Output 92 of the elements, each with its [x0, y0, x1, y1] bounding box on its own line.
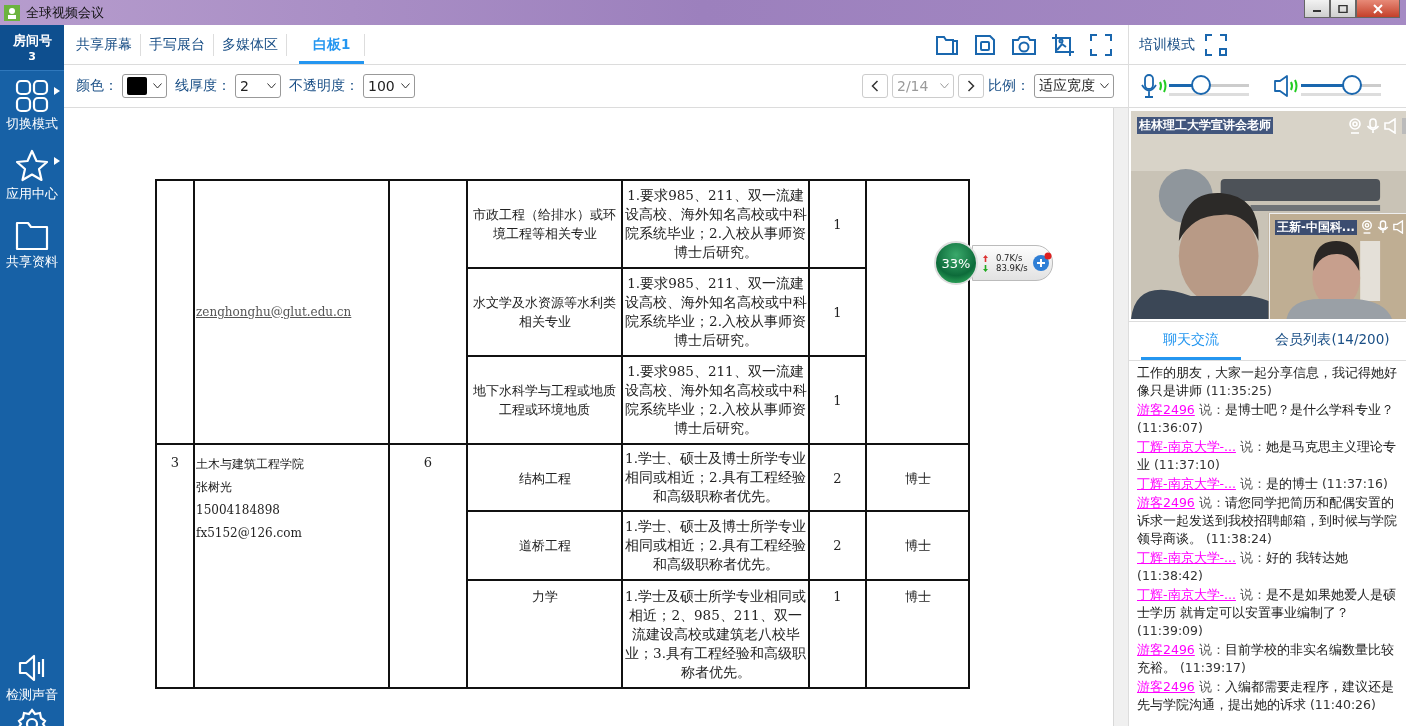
table-cell: 1	[833, 589, 842, 604]
table-cell-text: fx5152@126.com	[196, 525, 303, 542]
table-cell: 6	[423, 455, 433, 470]
table-cell: 1.要求985、211、双一流建设高校、海外知名高校或中科院系统毕业；2.入校从事师资博士后研究。	[624, 363, 807, 436]
table-cell: 1.学士、硕士及博士所学专业相同或相近；2.具有工程经验和高级职称者优先。	[625, 450, 806, 504]
folder-icon[interactable]	[936, 33, 958, 56]
chat-message: 丁辉-南京大学-... 说：是不是如果她爱人是硕士学历 就肯定可以安置事业编制了？ (11:39:09)	[1137, 586, 1397, 640]
table-cell: 力学	[531, 589, 558, 604]
table-cell: 博士	[904, 538, 931, 553]
table-cell: 博士	[904, 471, 931, 486]
table-cell: 1.学士、硕士及博士所学专业相同或相近；2.具有工程经验和高级职称者优先。	[625, 518, 806, 572]
chat-message: 游客2496 说：目前学校的非实名编数量比较充裕。 (11:39:17)	[1137, 641, 1395, 677]
table-cell: 市政工程（给排水）或环境工程等相关专业	[473, 207, 616, 241]
maximize-icon	[1338, 4, 1348, 13]
sidebar-item[interactable]: 检测声音	[0, 644, 64, 708]
close-icon	[1373, 3, 1383, 14]
next-page-button[interactable]	[958, 74, 984, 98]
caret-icon	[153, 83, 162, 89]
settings-icon[interactable]	[16, 708, 48, 726]
sidebar-item[interactable]: 应用中心	[0, 141, 64, 211]
room-label: 房间号	[12, 32, 52, 50]
download-rate: 83.9K/s	[996, 263, 1028, 273]
tab[interactable]: 会员列表(14/200)	[1259, 322, 1406, 360]
minimize-button[interactable]	[1304, 0, 1330, 18]
network-percent: 33%	[934, 241, 978, 285]
scale-label: 比例：	[988, 77, 1030, 95]
plus-icon[interactable]	[1032, 252, 1052, 272]
table-cell: 1.学士及硕士所学专业相同或相近；2、985、211、双一流建设高校或建筑老八校毕业；3.具有工程经验和高级职称者优先。	[625, 587, 806, 680]
table-cell: 博士	[904, 589, 931, 604]
color-label: 颜色：	[76, 77, 118, 95]
opacity-label: 不透明度：	[289, 77, 359, 95]
table-cell: 2	[833, 538, 842, 553]
maximize-button[interactable]	[1330, 0, 1356, 18]
table-cell: 水文学及水资源等水利类相关专业	[473, 295, 616, 329]
previous-page-button[interactable]	[862, 74, 888, 98]
table-cell: 1	[833, 392, 842, 408]
table-cell: 1	[833, 304, 842, 320]
table-cell-text: 张树光	[196, 479, 233, 496]
table-cell: 道桥工程	[518, 538, 571, 553]
tab[interactable]: 手写展台	[141, 25, 213, 64]
tab[interactable]: 多媒体区	[214, 25, 286, 64]
arrow-down-icon	[983, 264, 988, 272]
color-dropdown[interactable]	[122, 74, 167, 98]
app-icon	[4, 4, 20, 21]
chat-message: 丁辉-南京大学-... 说：她是马克思主义理论专业 (11:37:10)	[1137, 438, 1397, 474]
table-cell: 1.要求985、211、双一流建设高校、海外知名高校或中科院系统毕业；2.入校从事师资博士后研究。	[624, 275, 807, 348]
chat-message: 工作的朋友，大家一起分享信息，我记得她好像只是讲师 (11:35:25)	[1137, 364, 1398, 400]
image-crop-icon[interactable]	[1052, 33, 1074, 56]
caret-icon	[267, 83, 276, 89]
window-title: 全球视频会议	[26, 3, 104, 22]
opacity-dropdown[interactable]: 100	[363, 74, 415, 98]
chevron-right-icon	[967, 80, 975, 92]
arrow-up-icon	[983, 254, 988, 262]
table-cell: 2	[833, 471, 842, 486]
tab[interactable]: 聊天交流	[1141, 322, 1241, 360]
table-cell: 地下水科学与工程或地质工程或环境地质	[473, 383, 616, 417]
table-cell-text: 土木与建筑工程学院	[196, 456, 305, 473]
email-link[interactable]: zenghonghu@glut.edu.cn	[196, 302, 387, 322]
table-cell: 结构工程	[518, 471, 571, 486]
chat-message: 丁辉-南京大学-... 说：是的博士 (11:37:16)	[1137, 475, 1389, 493]
camera-icon[interactable]	[1012, 33, 1036, 56]
caret-icon	[940, 83, 949, 89]
thickness-label: 线厚度：	[175, 77, 231, 95]
chat-message: 丁辉-南京大学-... 说：好的 我转达她 (11:38:42)	[1137, 549, 1349, 585]
upload-rate: 0.7K/s	[996, 253, 1023, 263]
caret-icon	[1100, 83, 1109, 89]
star-icon	[15, 149, 49, 183]
chat-message: 游客2496 说：是博士吧？是什么学科专业？ (11:36:07)	[1137, 401, 1395, 437]
training-mode-label: 培训模式	[1139, 35, 1195, 54]
participant-name: 桂林理工大学宣讲会老师	[1137, 117, 1273, 134]
folder-icon	[15, 219, 49, 251]
tab[interactable]: 共享屏幕	[68, 25, 140, 64]
chevron-left-icon	[871, 80, 879, 92]
table-cell: 3	[170, 455, 180, 470]
fullscreen-icon[interactable]	[1090, 33, 1112, 56]
save-icon[interactable]	[974, 33, 996, 56]
chat-message: 游客2496 说：入编都需要走程序，建议还是先与学院沟通，提出她的诉求 (11:40:26)	[1137, 678, 1395, 714]
table-cell: 1	[833, 216, 842, 232]
room-number: 3	[28, 50, 36, 63]
chat-message: 游客2496 说：请您同学把简历和配偶安置的诉求一起发送到我校招聘邮箱，到时候与学院领导商谈。 (11:38:24)	[1137, 494, 1398, 548]
grid-icon	[15, 79, 49, 113]
thickness-dropdown[interactable]: 2	[235, 74, 281, 98]
scale-dropdown[interactable]: 适应宽度	[1034, 74, 1114, 98]
sidebar-item[interactable]: 切换模式	[0, 71, 64, 141]
sidebar-item[interactable]: 共享资料	[0, 211, 64, 281]
fullscreen-icon[interactable]	[1205, 33, 1227, 56]
scrollbar[interactable]	[1113, 108, 1128, 726]
table-cell: 1.要求985、211、双一流建设高校、海外知名高校或中科院系统毕业；2.入校从事师资博士后研究。	[624, 187, 807, 260]
microphone-icon[interactable]	[1141, 74, 1169, 98]
caret-icon	[400, 83, 410, 89]
close-button[interactable]	[1356, 0, 1400, 18]
table-cell-text: 15004184898	[196, 502, 281, 519]
